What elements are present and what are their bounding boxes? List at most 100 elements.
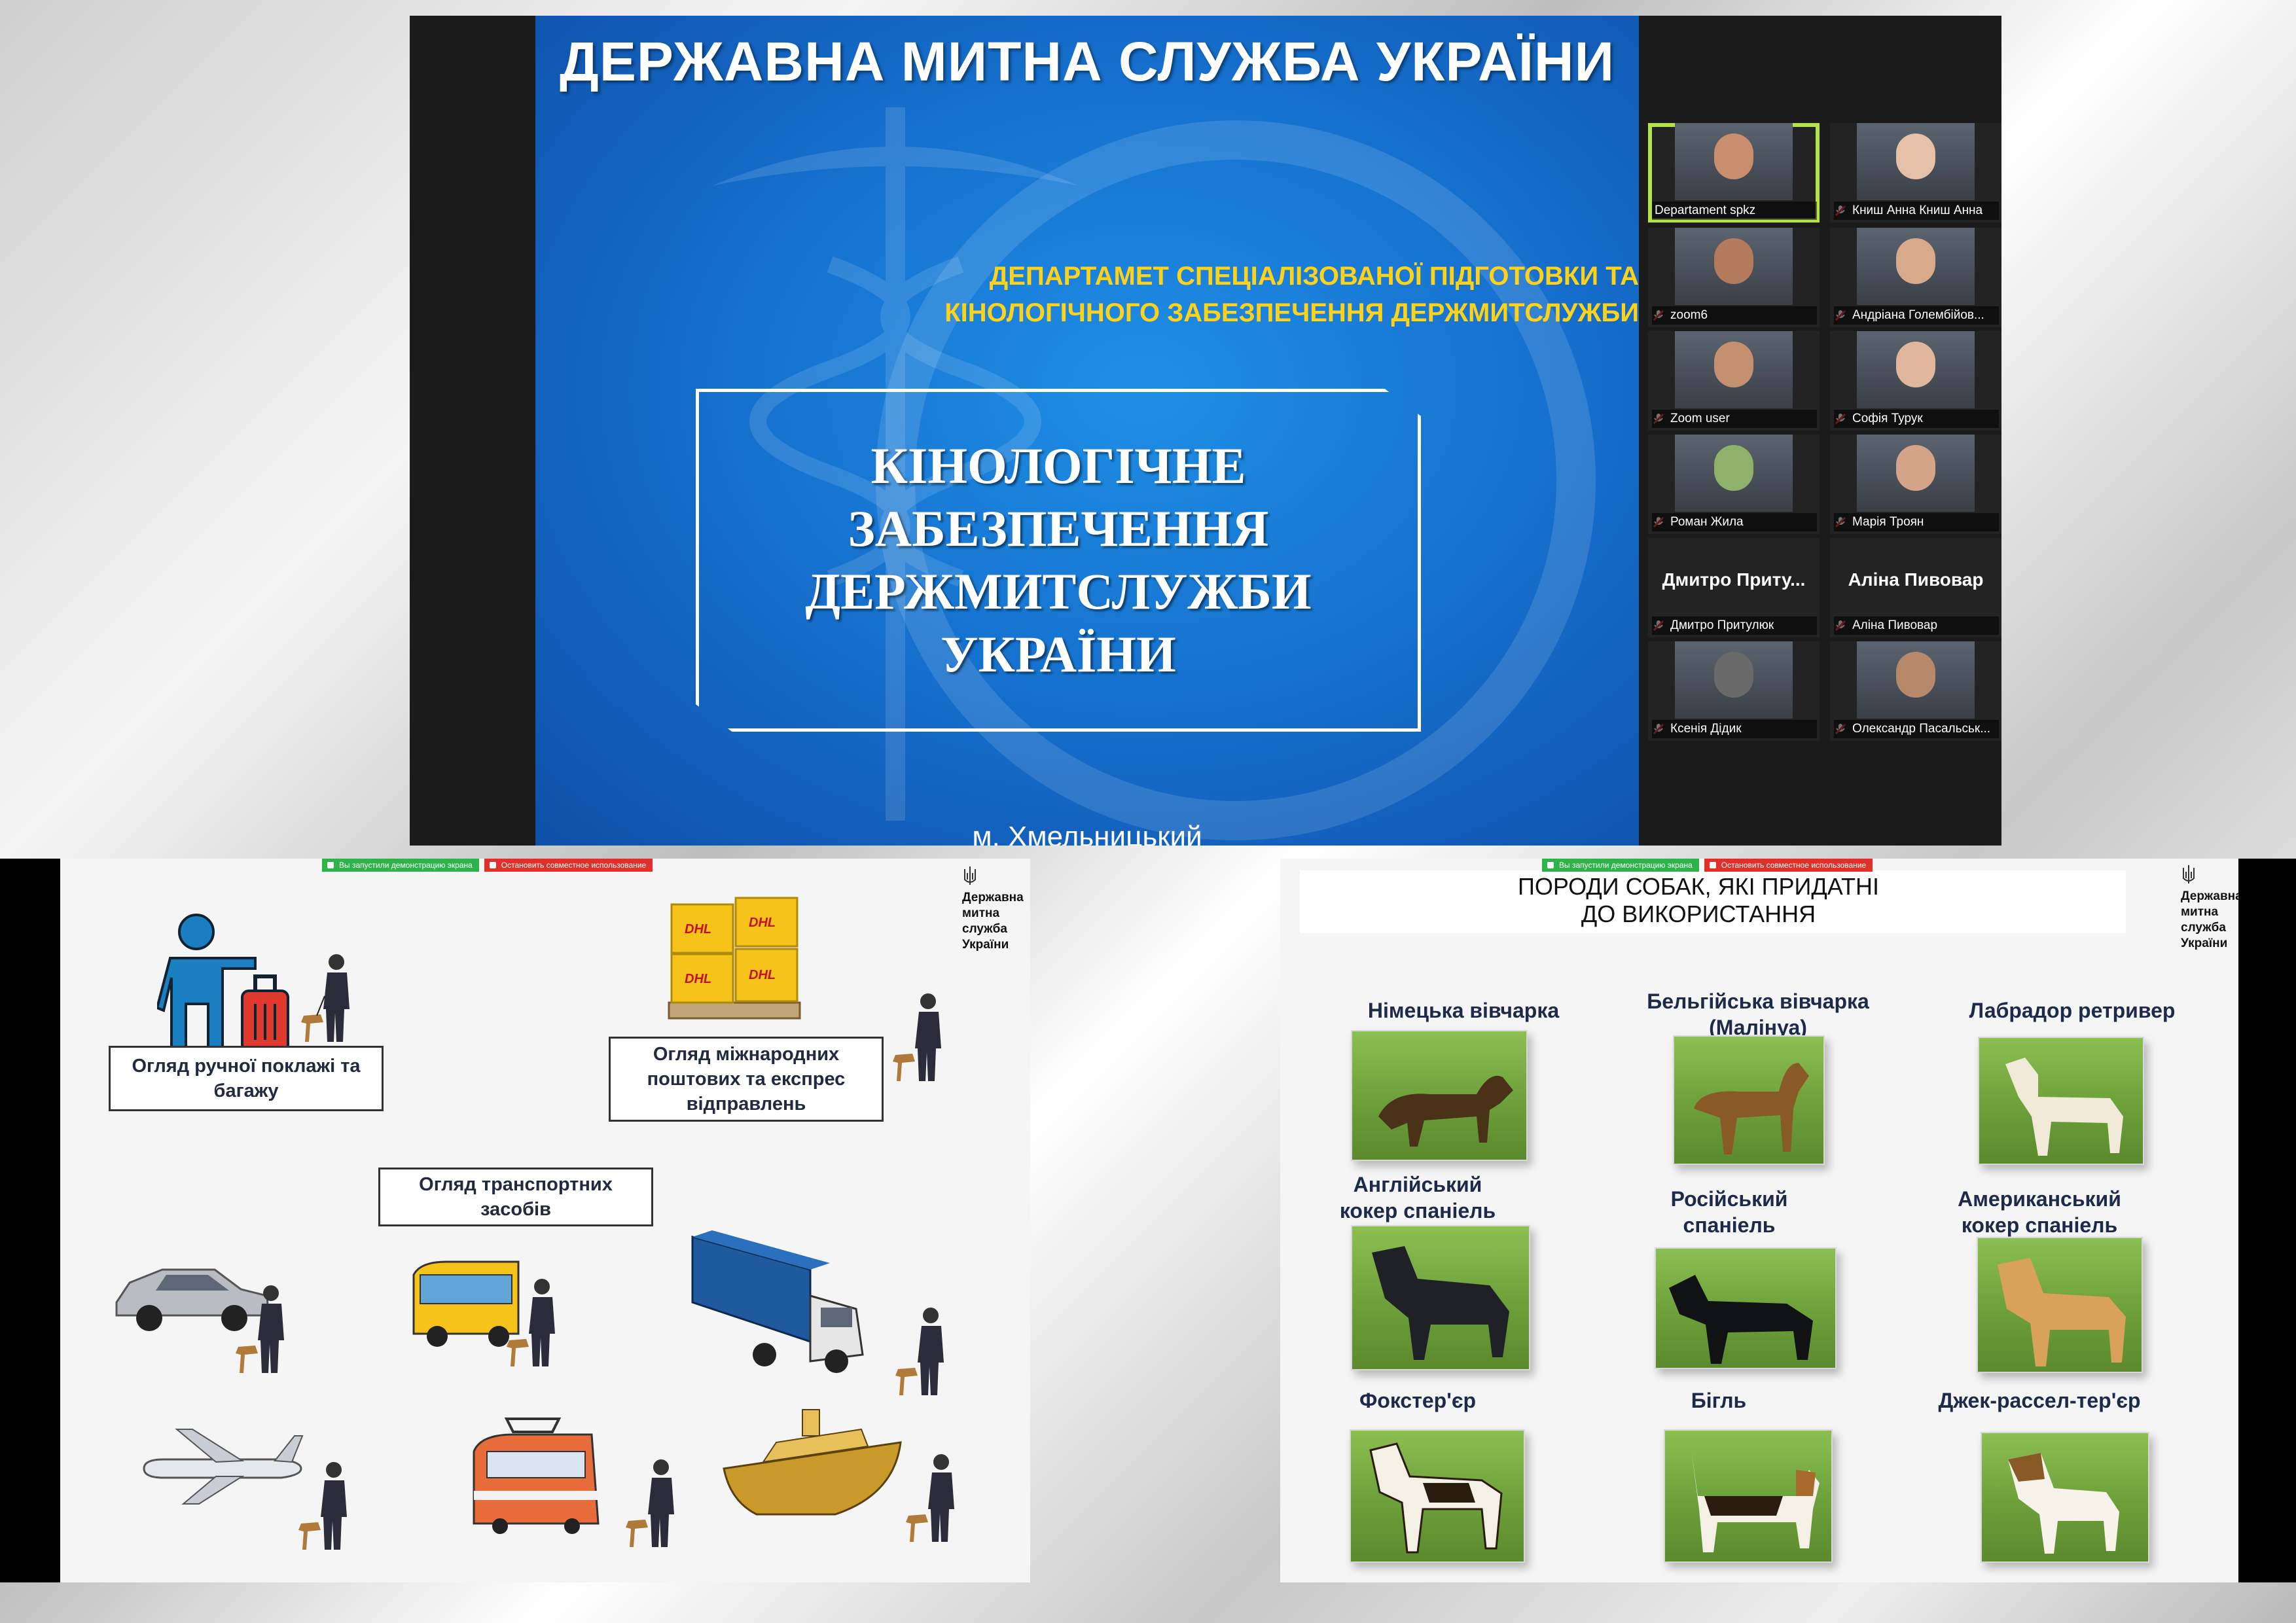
breed-label: Російський спаніель [1670,1187,1788,1237]
breeds-title: ПОРОДИ СОБАК, ЯКІ ПРИДАТНІ ДО ВИКОРИСТАН… [1280,873,2117,928]
breed-photo [1351,1030,1528,1161]
customs-label-line-1: Державна [962,891,1024,904]
participant-name: Андріана Голембійов... [1834,306,1999,325]
ship-icon [723,1409,902,1516]
breeds-title-line-2: ДО ВИКОРИСТАННЯ [1581,901,1816,927]
participant-name: Ксенія Дідик [1652,720,1817,738]
participant-video [1675,331,1793,408]
parcel-boxes-icon: DHL DHL DHL DHL [668,897,801,1020]
participant-head [1896,238,1935,284]
participant-name: Софія Турук [1834,410,1999,428]
officer-dog-icon [236,1285,284,1373]
trident-icon [2183,865,2195,883]
participant-tile[interactable]: Книш Анна Книш Анна [1830,123,2001,223]
participant-display-name: Аліна Пивовар [1848,569,1984,590]
participant-head [1896,652,1935,698]
main-heading-line-2: ДЕРЖМИТСЛУЖБИ УКРАЇНИ [805,563,1312,683]
breed-photo [1664,1429,1833,1563]
officer-dog-icon [298,1462,347,1550]
participant-name: Departament spkz [1652,202,1817,220]
dog-icon [2005,1058,2123,1156]
participant-name: Роман Жила [1652,513,1817,531]
participant-tile[interactable]: Олександр Пасальськ... [1830,641,2001,741]
customs-label-line-2: митна служба [2181,905,2226,935]
participant-tile[interactable]: Роман Жила [1648,435,1820,534]
participant-head [1896,445,1935,491]
participants-gallery: Departament spkz Книш Анна Книш Анна zoom6… [1648,123,2001,745]
participant-head [1714,134,1753,179]
participant-head [1714,445,1753,491]
breeds-title-line-1: ПОРОДИ СОБАК, ЯКІ ПРИДАТНІ [1518,873,1879,900]
participant-tile[interactable]: Zoom user [1648,331,1820,431]
participant-head [1896,342,1935,387]
participant-video [1857,435,1975,512]
breed-label: Німецька вівчарка [1367,999,1560,1022]
dog-icon [2008,1453,2119,1554]
participant-head [1896,134,1935,179]
inspection-slide: Вы запустили демонстрацию экрана Останов… [60,859,1030,1582]
caption-baggage: Огляд ручної поклажі та багажу [109,1046,384,1111]
participant-video [1857,228,1975,305]
caption-vehicles: Огляд транспортних засобів [378,1168,653,1226]
breed-photo [1655,1247,1837,1369]
participant-tile[interactable]: zoom6 [1648,228,1820,327]
participant-name: Zoom user [1652,410,1817,428]
participant-tile[interactable]: Дмитро Приту... Дмитро Притулюк [1648,538,1820,637]
breed-label: Фокстер'єр [1359,1389,1477,1412]
breed-label: Американський кокер спаніель [1958,1187,2121,1237]
customs-label-line-2: митна служба [962,906,1007,936]
participant-name: zoom6 [1652,306,1817,325]
department-line-2: КІНОЛОГІЧНОГО ЗАБЕЗПЕЧЕННЯ ДЕРЖМИТСЛУЖБИ [944,298,1639,327]
dog-icon [1378,1075,1513,1147]
officer-dog-icon [626,1459,674,1547]
participant-name: Марія Троян [1834,513,1999,531]
participant-video [1857,123,1975,200]
caption-postal: Огляд міжнародних поштових та експрес ві… [609,1037,884,1122]
trident-icon [964,866,976,885]
participant-video [1675,435,1793,512]
customs-logo-label: Державна митна служба України [962,865,1030,953]
train-icon [473,1418,600,1534]
dhl-text-4: DHL [749,968,776,982]
slide-main-heading: КІНОЛОГІЧНЕ ЗАБЕЗПЕЧЕННЯ ДЕРЖМИТСЛУЖБИ У… [696,389,1421,732]
dhl-text-1: DHL [685,922,711,936]
customs-label-line-3: України [962,938,1009,952]
breed-photo [1981,1432,2149,1563]
participant-tile[interactable]: Софія Турук [1830,331,2001,431]
dog-icon [1669,1275,1813,1364]
participant-tile[interactable]: Аліна Пивовар Аліна Пивовар [1830,538,2001,637]
dog-breeds-slide: Вы запустили демонстрацию экрана Останов… [1280,859,2238,1582]
participant-name: Олександр Пасальськ... [1834,720,1999,738]
breed-photo [1977,1237,2143,1373]
slide-city: м. Хмельницький [972,821,1202,846]
breed-label: Бельгійська вівчарка (Малінуа) [1647,990,1869,1039]
stop-share-button[interactable]: Остановить совместное использование [484,859,653,872]
breed-photo [1350,1429,1525,1563]
stop-share-button[interactable]: Остановить совместное использование [1704,859,1873,872]
dog-icon [1372,1246,1509,1360]
participant-tile[interactable]: Departament spkz [1648,123,1820,223]
department-name: ДЕПАРТАМЕТ СПЕЦІАЛІЗОВАНОЇ ПІДГОТОВКИ ТА… [535,258,1639,331]
participant-video [1675,123,1793,200]
participant-tile[interactable]: Марія Троян [1830,435,2001,534]
traveller-suitcase-icon [157,914,289,1052]
airplane-icon [143,1429,304,1505]
breed-photo [1978,1037,2144,1165]
share-status-bar: Вы запустили демонстрацию экрана Останов… [1542,859,1873,872]
breed-photo [1673,1035,1825,1165]
breed-photo [1351,1225,1530,1370]
participant-video [1675,228,1793,305]
dhl-text-3: DHL [685,972,711,986]
dhl-text-2: DHL [749,916,776,930]
participant-tile[interactable]: Андріана Голембійов... [1830,228,2001,327]
sharing-indicator: Вы запустили демонстрацию экрана [322,859,479,872]
participant-tile[interactable]: Ксенія Дідик [1648,641,1820,741]
participant-head [1714,342,1753,387]
breed-label: Джек-рассел-тер'єр [1938,1389,2141,1412]
sharing-indicator: Вы запустили демонстрацию экрана [1542,859,1699,872]
officer-dog-icon [893,993,941,1081]
share-status-bar: Вы запустили демонстрацию экрана Останов… [322,859,653,872]
officer-dog-icon [507,1279,555,1366]
participant-head [1714,652,1753,698]
truck-icon [691,1230,864,1373]
